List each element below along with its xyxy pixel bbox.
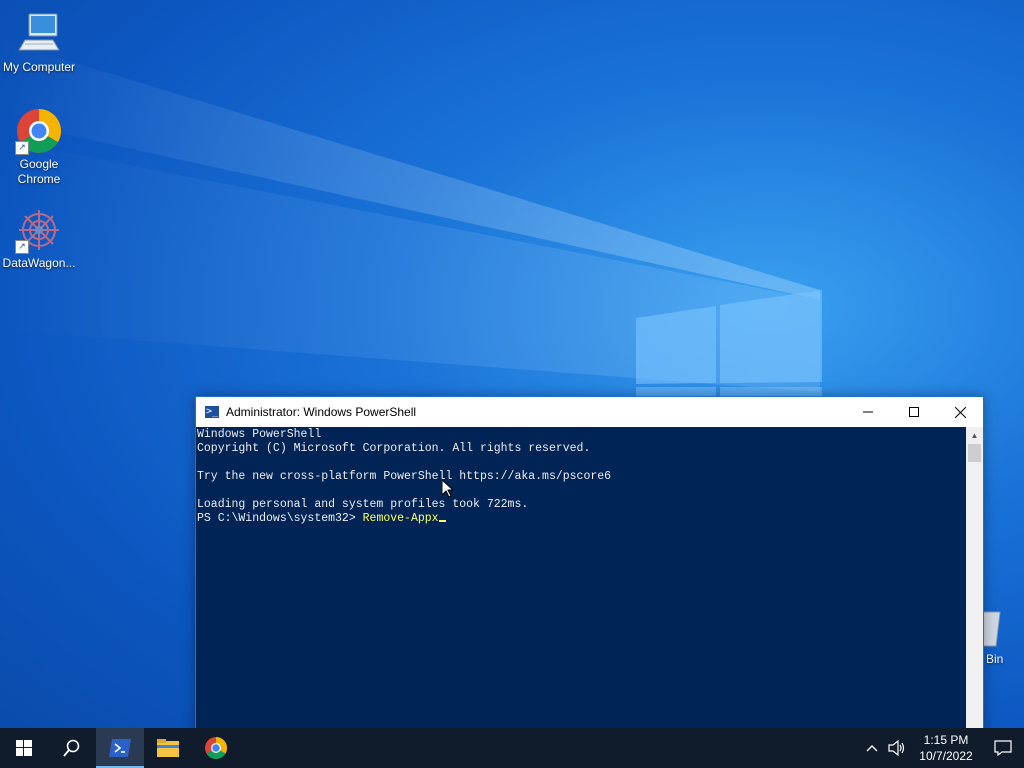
console-line: Windows PowerShell xyxy=(197,428,322,441)
close-button[interactable] xyxy=(937,397,983,427)
desktop-icon-label: Google Chrome xyxy=(17,157,61,186)
clock-date: 10/7/2022 xyxy=(919,749,973,763)
desktop-icon-label: DataWagon... xyxy=(2,256,76,270)
powershell-icon: >_ xyxy=(205,406,219,418)
volume-button[interactable] xyxy=(884,728,910,768)
computer-icon xyxy=(15,10,63,58)
console-line: Try the new cross-platform PowerShell ht… xyxy=(197,470,612,483)
vertical-scrollbar[interactable]: ▲ xyxy=(966,427,983,737)
close-icon xyxy=(954,406,966,418)
desktop-icon-my-computer[interactable]: My Computer xyxy=(0,10,78,75)
windows-logo-pane xyxy=(720,290,822,383)
maximize-icon xyxy=(909,407,919,417)
text-cursor xyxy=(438,520,446,522)
console-prompt-line[interactable]: PS C:\Windows\system32> Remove-Appx xyxy=(197,512,966,526)
desktop-icon-label: My Computer xyxy=(2,60,76,74)
taskbar-chrome[interactable] xyxy=(192,728,240,768)
search-icon xyxy=(63,739,80,757)
system-tray: 1:15 PM 10/7/2022 xyxy=(860,728,1024,768)
minimize-icon xyxy=(863,411,873,413)
powershell-icon xyxy=(109,739,131,757)
taskbar-file-explorer[interactable] xyxy=(144,728,192,768)
taskbar-powershell[interactable] xyxy=(96,728,144,768)
speaker-icon xyxy=(888,740,905,756)
windows-logo-pane xyxy=(636,306,716,384)
shortcut-arrow-icon: ↗ xyxy=(15,141,29,155)
powershell-window[interactable]: >_ Administrator: Windows PowerShell Win… xyxy=(195,396,984,738)
scrollbar-thumb[interactable] xyxy=(968,444,981,462)
mouse-cursor-icon xyxy=(442,480,454,498)
chrome-icon: ↗ xyxy=(15,107,63,155)
folder-icon xyxy=(157,739,179,757)
search-button[interactable] xyxy=(48,728,96,768)
desktop-icon-chrome[interactable]: ↗ Google Chrome xyxy=(0,107,78,187)
console-prompt: PS C:\Windows\system32> xyxy=(197,512,363,525)
scroll-up-icon[interactable]: ▲ xyxy=(966,427,983,444)
desktop-icon-datawagon[interactable]: ↗ DataWagon... xyxy=(0,206,78,271)
chevron-up-icon xyxy=(866,745,878,752)
taskbar: 1:15 PM 10/7/2022 xyxy=(0,728,1024,768)
console-line: Loading personal and system profiles too… xyxy=(197,498,529,511)
chrome-icon xyxy=(205,737,227,759)
window-title: Administrator: Windows PowerShell xyxy=(226,405,417,419)
clock[interactable]: 1:15 PM 10/7/2022 xyxy=(916,732,976,764)
show-hidden-icons-button[interactable] xyxy=(860,728,884,768)
console-command-input[interactable]: Remove-Appx xyxy=(363,512,439,525)
console-output[interactable]: Windows PowerShell Copyright (C) Microsof… xyxy=(196,427,966,737)
windows-start-icon xyxy=(16,740,32,756)
datawagon-icon: ↗ xyxy=(15,206,63,254)
clock-time: 1:15 PM xyxy=(923,733,969,747)
shortcut-arrow-icon: ↗ xyxy=(15,240,29,254)
minimize-button[interactable] xyxy=(845,397,891,427)
notification-icon xyxy=(994,740,1012,756)
windows-logo-pane xyxy=(636,387,716,396)
start-button[interactable] xyxy=(0,728,48,768)
maximize-button[interactable] xyxy=(891,397,937,427)
action-center-button[interactable] xyxy=(982,728,1024,768)
windows-logo-pane xyxy=(720,387,822,396)
console-line: Copyright (C) Microsoft Corporation. All… xyxy=(197,442,591,455)
